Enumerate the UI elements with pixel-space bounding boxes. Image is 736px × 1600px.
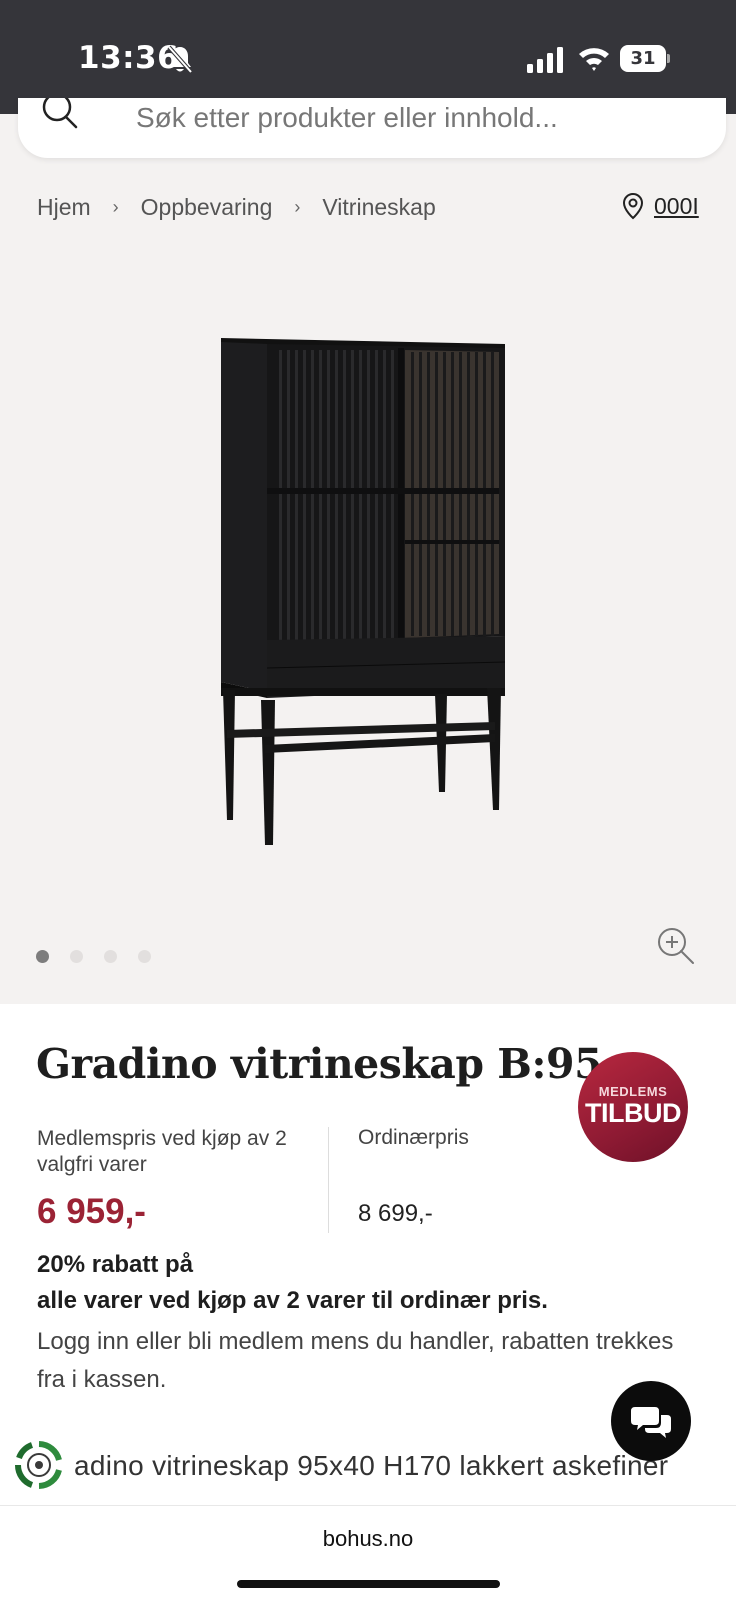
regular-price-label: Ordinærpris — [358, 1126, 469, 1149]
location-pin-icon — [622, 192, 644, 220]
chat-bubbles-icon — [631, 1407, 671, 1438]
gallery-dot-1[interactable] — [36, 950, 49, 963]
login-info-text: Logg inn eller bli medlem mens du handle… — [37, 1328, 674, 1393]
battery-level: 31 — [620, 45, 666, 72]
search-icon[interactable] — [40, 98, 80, 134]
zoom-in-icon[interactable] — [656, 926, 696, 966]
status-time: 13:36 — [78, 40, 180, 76]
cellular-signal-icon — [527, 47, 563, 73]
breadcrumb: Hjem › Oppbevaring › Vitrineskap — [37, 194, 436, 221]
member-price: 6 959,- — [37, 1192, 146, 1231]
chat-button[interactable] — [611, 1381, 691, 1461]
search-bar[interactable] — [18, 98, 726, 158]
bell-slash-icon — [167, 45, 193, 74]
discount-details: alle varer ved kjøp av 2 varer til ordin… — [37, 1287, 548, 1314]
breadcrumb-home[interactable]: Hjem — [37, 194, 91, 221]
battery-indicator: 31 — [620, 45, 670, 72]
badge-label-bottom: TILBUD — [585, 1098, 681, 1128]
member-offer-badge: MEDLEMS TILBUD — [578, 1052, 688, 1162]
price-divider — [328, 1127, 329, 1233]
home-indicator[interactable] — [237, 1580, 500, 1588]
battery-tip — [667, 54, 670, 63]
gallery-pagination — [36, 950, 172, 963]
product-image[interactable] — [205, 330, 535, 865]
badge-label-top: MEDLEMS — [598, 1084, 668, 1099]
breadcrumb-display-cabinet[interactable]: Vitrineskap — [322, 194, 435, 221]
store-code[interactable]: 000I — [654, 193, 699, 220]
gallery-dot-3[interactable] — [104, 950, 117, 963]
product-title: Gradino vitrineskap B:95 — [36, 1040, 603, 1088]
status-bar: 13:36 31 — [0, 0, 736, 114]
search-input[interactable] — [136, 98, 696, 138]
browser-url-bar[interactable]: bohus.no — [0, 1505, 736, 1600]
product-description: adino vitrineskap 95x40 H170 lakkert ask… — [74, 1450, 669, 1481]
gallery-dot-2[interactable] — [70, 950, 83, 963]
breadcrumb-separator: › — [112, 197, 119, 217]
discount-headline: 20% rabatt på — [37, 1251, 194, 1278]
breadcrumb-separator: › — [294, 197, 301, 217]
wifi-icon — [579, 48, 609, 71]
url-text[interactable]: bohus.no — [0, 1526, 736, 1552]
member-price-label: Medlemspris ved kjøp av 2 valgfri varer — [37, 1127, 287, 1176]
regular-price: 8 699,- — [358, 1200, 433, 1227]
breadcrumb-storage[interactable]: Oppbevaring — [141, 194, 273, 221]
store-selector[interactable]: 000I — [622, 192, 699, 220]
gallery-dot-4[interactable] — [138, 950, 151, 963]
recycle-icon[interactable] — [12, 1438, 66, 1492]
